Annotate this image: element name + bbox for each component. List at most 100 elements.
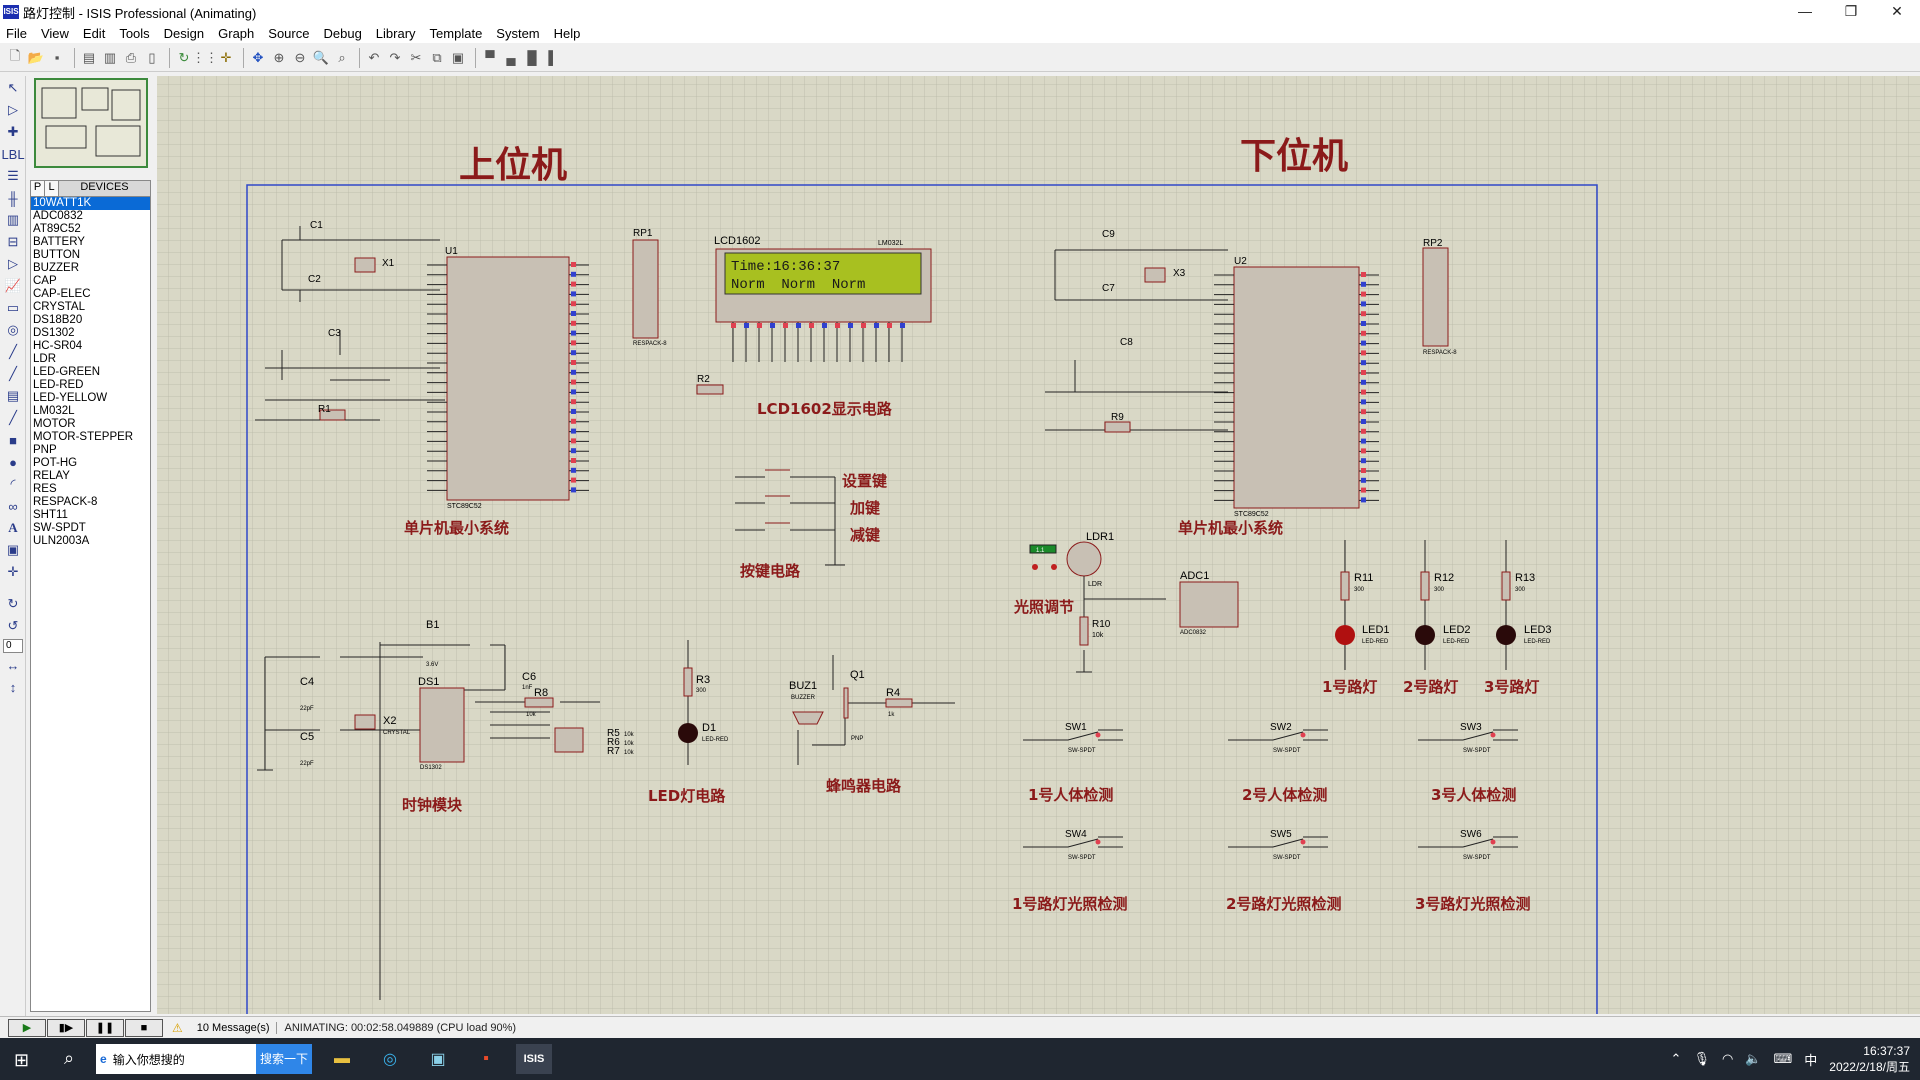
menu-edit[interactable]: Edit xyxy=(83,26,105,41)
menu-library[interactable]: Library xyxy=(376,26,416,41)
device-item[interactable]: MOTOR-STEPPER xyxy=(31,431,150,444)
lamp-resistor[interactable] xyxy=(1420,571,1430,601)
mcu-u2[interactable] xyxy=(1214,266,1379,509)
zoom-all-icon[interactable]: 🔍 xyxy=(312,49,330,67)
device-item[interactable]: ADC0832 xyxy=(31,210,150,223)
lamp-resistor[interactable] xyxy=(1340,571,1350,601)
menu-source[interactable]: Source xyxy=(268,26,309,41)
lamp-led-2[interactable] xyxy=(1415,625,1435,645)
device-item[interactable]: RESPACK-8 xyxy=(31,496,150,509)
subcircuit-icon[interactable]: ▥ xyxy=(4,211,22,229)
path-icon[interactable]: ∞ xyxy=(4,497,22,515)
microphone-icon[interactable]: 🎙 xyxy=(1693,1051,1710,1067)
mcu-u1[interactable] xyxy=(427,256,589,501)
device-item[interactable]: LED-YELLOW xyxy=(31,392,150,405)
circle-icon[interactable]: ● xyxy=(4,453,22,471)
lamp-led-3[interactable] xyxy=(1496,625,1516,645)
mirror-horizontal-icon[interactable]: ↔ xyxy=(4,656,22,674)
browser-search-input[interactable]: e 输入你想搜的 xyxy=(96,1044,256,1074)
arc-icon[interactable]: ◜ xyxy=(4,475,22,493)
device-pin-icon[interactable]: ▷ xyxy=(4,255,22,273)
save-icon[interactable]: ▪ xyxy=(48,49,66,67)
print-area-icon[interactable]: ▯ xyxy=(143,49,161,67)
menu-view[interactable]: View xyxy=(41,26,69,41)
symbol-icon[interactable]: ▣ xyxy=(4,541,22,559)
adc0832-chip[interactable] xyxy=(1179,581,1239,628)
block-move-icon[interactable]: ▄ xyxy=(502,49,520,67)
undo-icon[interactable]: ↶ xyxy=(365,49,383,67)
presentation-app-icon[interactable]: ▪ xyxy=(468,1044,504,1074)
pan-icon[interactable]: ✥ xyxy=(249,49,267,67)
respack-rp2[interactable] xyxy=(1422,247,1449,347)
mirror-vertical-icon[interactable]: ↕ xyxy=(4,678,22,696)
block-copy-icon[interactable]: ▀ xyxy=(481,49,499,67)
text-script-icon[interactable]: ☰ xyxy=(4,167,22,185)
ldr-sensor[interactable] xyxy=(1066,541,1102,577)
wifi-icon[interactable]: ◠ xyxy=(1722,1051,1733,1067)
graph-icon[interactable]: 📈 xyxy=(4,277,22,295)
device-item[interactable]: LED-GREEN xyxy=(31,366,150,379)
redo-icon[interactable]: ↷ xyxy=(386,49,404,67)
rotation-angle-field[interactable]: 0 xyxy=(3,639,23,653)
device-item[interactable]: SW-SPDT xyxy=(31,522,150,535)
lamp-led-1[interactable] xyxy=(1335,625,1355,645)
device-item[interactable]: BUTTON xyxy=(31,249,150,262)
overview-window[interactable] xyxy=(34,78,148,168)
crystal-x2[interactable] xyxy=(354,714,376,730)
line-icon[interactable]: ╱ xyxy=(4,409,22,427)
play-button[interactable]: ▶ xyxy=(8,1018,46,1037)
lamp-resistor[interactable] xyxy=(1501,571,1511,601)
cut-icon[interactable]: ✂ xyxy=(407,49,425,67)
virtual-instrument-icon[interactable]: ▤ xyxy=(4,387,22,405)
volume-icon[interactable]: 🔈 xyxy=(1745,1051,1761,1067)
text-icon[interactable]: A xyxy=(4,519,22,537)
pick-devices-button[interactable]: P xyxy=(31,181,45,196)
search-icon[interactable]: ⌕ xyxy=(64,1048,74,1069)
zoom-out-icon[interactable]: ⊖ xyxy=(291,49,309,67)
component-mode-icon[interactable]: ▷ xyxy=(4,101,22,119)
device-item[interactable]: 10WATT1K xyxy=(31,197,150,210)
menu-graph[interactable]: Graph xyxy=(218,26,254,41)
resistor-r4[interactable] xyxy=(885,698,913,708)
refresh-icon[interactable]: ↻ xyxy=(175,49,193,67)
ime-indicator[interactable]: 中 xyxy=(1804,1050,1817,1069)
schematic-canvas[interactable]: 上位机 下位机 U1 STC89C52 RP1 RESPACK-8 C1 C2 … xyxy=(157,76,1920,1014)
device-item[interactable]: LED-RED xyxy=(31,379,150,392)
library-manager-button[interactable]: L xyxy=(45,181,59,196)
clock[interactable]: 16:37:37 2022/2/18/周五 xyxy=(1829,1043,1910,1075)
junction-icon[interactable]: ✚ xyxy=(4,123,22,141)
device-item[interactable]: HC-SR04 xyxy=(31,340,150,353)
device-item[interactable]: AT89C52 xyxy=(31,223,150,236)
device-item[interactable]: CAP xyxy=(31,275,150,288)
device-item[interactable]: DS1302 xyxy=(31,327,150,340)
device-item[interactable]: SHT11 xyxy=(31,509,150,522)
device-item[interactable]: LDR xyxy=(31,353,150,366)
device-item[interactable]: POT-HG xyxy=(31,457,150,470)
ds1302-chip[interactable] xyxy=(419,687,465,763)
export-icon[interactable]: ▥ xyxy=(101,49,119,67)
marker-icon[interactable]: ✛ xyxy=(4,563,22,581)
menu-design[interactable]: Design xyxy=(164,26,204,41)
wire-label-icon[interactable]: LBL xyxy=(1,145,24,163)
device-item[interactable]: BATTERY xyxy=(31,236,150,249)
generator-icon[interactable]: ◎ xyxy=(4,321,22,339)
app-icon[interactable]: ▣ xyxy=(420,1044,456,1074)
zoom-in-icon[interactable]: ⊕ xyxy=(270,49,288,67)
print-icon[interactable]: ⎙ xyxy=(122,49,140,67)
import-icon[interactable]: ▤ xyxy=(80,49,98,67)
current-probe-icon[interactable]: ╱ xyxy=(4,365,22,383)
device-item[interactable]: ULN2003A xyxy=(31,535,150,548)
tape-recorder-icon[interactable]: ▭ xyxy=(4,299,22,317)
pause-button[interactable]: ❚❚ xyxy=(86,1018,124,1037)
device-item[interactable]: RELAY xyxy=(31,470,150,483)
resistor-r8[interactable] xyxy=(524,697,554,708)
keyboard-icon[interactable]: ⌨ xyxy=(1773,1051,1792,1067)
menu-system[interactable]: System xyxy=(496,26,539,41)
resistor-r2[interactable] xyxy=(696,384,724,395)
open-folder-icon[interactable]: 📂 xyxy=(27,49,45,67)
ldr-dec-button[interactable] xyxy=(1032,564,1038,570)
grid-icon[interactable]: ⋮⋮ xyxy=(192,49,218,67)
copy-icon[interactable]: ⧉ xyxy=(428,49,446,67)
isis-taskbar-icon[interactable]: ISIS xyxy=(516,1044,552,1074)
file-explorer-icon[interactable]: ▬ xyxy=(324,1044,360,1074)
